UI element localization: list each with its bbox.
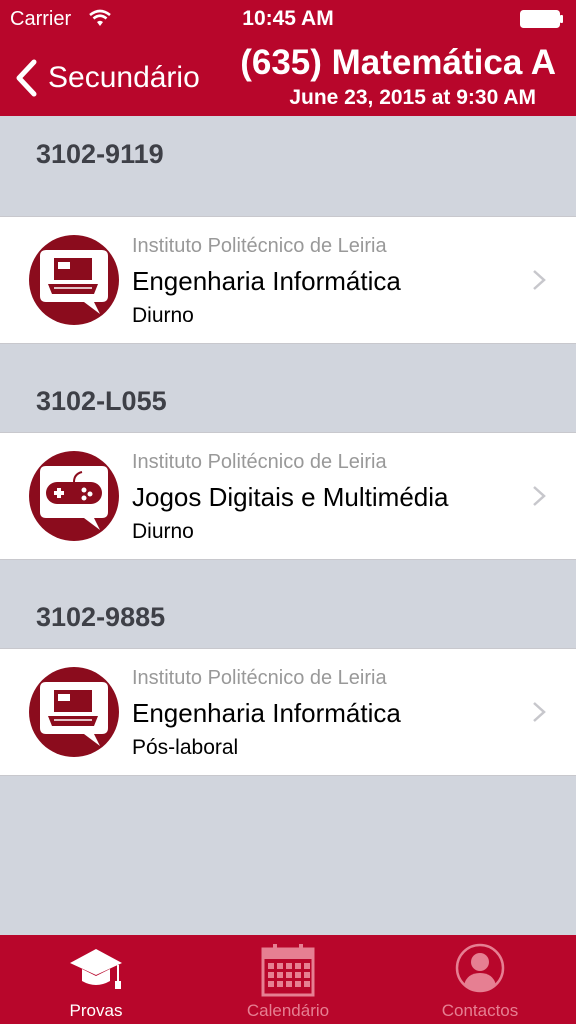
tab-label: Provas <box>69 1001 123 1020</box>
tab-label: Contactos <box>441 1001 519 1020</box>
tab-label: Calendário <box>246 1001 330 1020</box>
institution-label: Instituto Politécnico de Leiria <box>132 667 387 689</box>
section-header: 3102-9119 <box>0 116 576 216</box>
chevron-left-icon <box>16 59 37 97</box>
course-label: Jogos Digitais e Multimédia <box>132 482 449 512</box>
tab-calendario[interactable]: Calendário <box>192 935 384 1024</box>
chevron-right-icon <box>533 486 546 506</box>
course-label: Engenharia Informática <box>132 698 401 728</box>
laptop-icon <box>29 235 119 325</box>
title-block: (635) Matemática A June 23, 2015 at 9:30… <box>240 42 556 112</box>
status-time: 10:45 AM <box>242 7 334 30</box>
tab-bar: Provas Calendário Contactos <box>0 935 576 1024</box>
institution-label: Instituto Politécnico de Leiria <box>132 235 387 257</box>
tab-provas[interactable]: Provas <box>0 935 192 1024</box>
gamepad-icon <box>29 451 119 541</box>
list-item[interactable]: Instituto Politécnico de Leiria Jogos Di… <box>0 432 576 560</box>
tab-contactos[interactable]: Contactos <box>384 935 576 1024</box>
section-code: 3102-9119 <box>36 139 164 169</box>
battery-icon <box>520 10 563 28</box>
back-label: Secundário <box>48 61 200 94</box>
chevron-right-icon <box>533 702 546 722</box>
section-header: 3102-9885 <box>0 560 576 648</box>
page-subtitle: June 23, 2015 at 9:30 AM <box>289 86 536 109</box>
calendar-icon <box>261 944 315 997</box>
status-bar: Carrier 10:45 AM <box>0 0 576 38</box>
institution-label: Instituto Politécnico de Leiria <box>132 451 387 473</box>
section-code: 3102-9885 <box>36 602 166 632</box>
regime-label: Diurno <box>132 304 194 327</box>
regime-label: Pós-laboral <box>132 736 239 759</box>
regime-label: Diurno <box>132 520 194 543</box>
page-title: (635) Matemática A <box>240 43 556 82</box>
list-item[interactable]: Instituto Politécnico de Leiria Engenhar… <box>0 216 576 344</box>
course-label: Engenharia Informática <box>132 266 401 296</box>
section-code: 3102-L055 <box>36 386 167 416</box>
back-button[interactable]: Secundário <box>14 56 200 100</box>
list-item[interactable]: Instituto Politécnico de Leiria Engenhar… <box>0 648 576 776</box>
section-header: 3102-L055 <box>0 344 576 432</box>
person-icon <box>455 943 505 993</box>
navigation-bar: Carrier 10:45 AM Secundário (635) Matemá… <box>0 0 576 116</box>
graduation-cap-icon <box>70 949 122 989</box>
chevron-right-icon <box>533 270 546 290</box>
laptop-icon <box>29 667 119 757</box>
